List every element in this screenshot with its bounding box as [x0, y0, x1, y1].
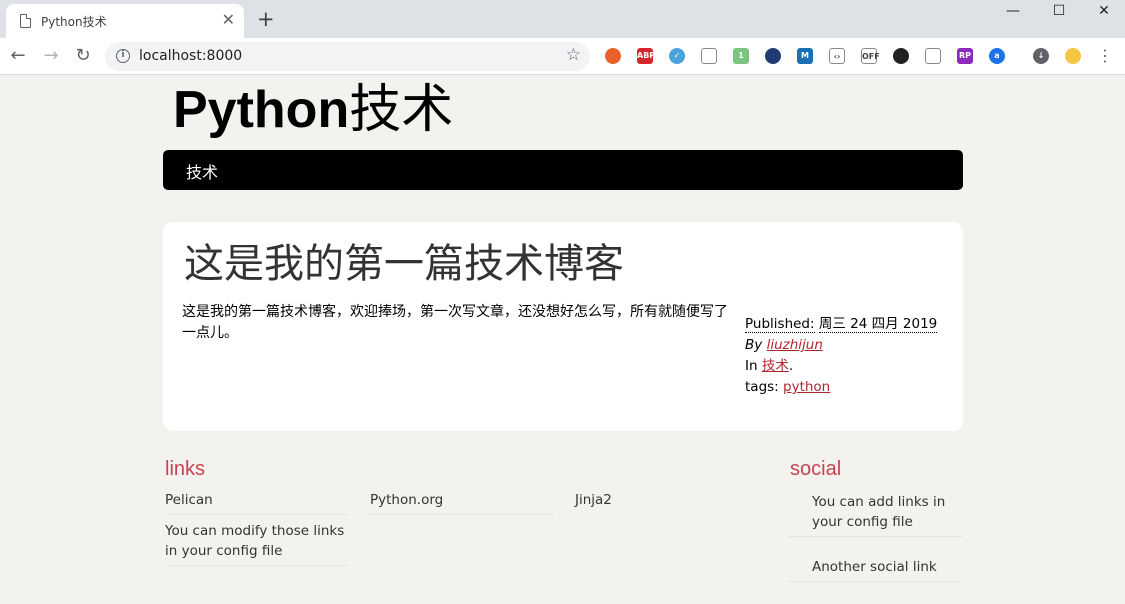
window-close-button[interactable]: ✕	[1081, 0, 1125, 24]
links-heading: links	[165, 458, 206, 480]
author-link[interactable]: liuzhijun	[767, 337, 823, 353]
tab-close-icon[interactable]: ✕	[222, 11, 235, 29]
article-card: 这是我的第一篇技术博客 这是我的第一篇技术博客，欢迎捧场，第一次写文章，还没想好…	[163, 222, 963, 431]
published-label: Published:	[745, 316, 815, 333]
category-suffix: .	[788, 358, 794, 374]
link-pelican[interactable]: Pelican	[165, 490, 348, 515]
link-python-org[interactable]: Python.org	[370, 490, 553, 515]
adblock-plus-icon[interactable]: ABP	[637, 48, 655, 64]
extension-cursor-icon[interactable]	[701, 48, 717, 64]
tag-link-python[interactable]: python	[783, 379, 830, 395]
address-bar[interactable]: i localhost:8000 ☆	[105, 42, 590, 71]
url-text[interactable]: localhost:8000	[139, 48, 242, 64]
tags-label: tags:	[745, 379, 779, 395]
link-jinja2[interactable]: Jinja2	[575, 490, 758, 514]
extension-rp-icon[interactable]: RP	[957, 48, 973, 64]
social-link-another[interactable]: Another social link	[788, 557, 963, 582]
extension-badge-icon[interactable]: 1	[733, 48, 749, 64]
maximize-button[interactable]: ☐	[1036, 0, 1082, 24]
extension-a-icon[interactable]: a	[989, 48, 1005, 64]
download-icon[interactable]: ↓	[1033, 48, 1049, 64]
extension-code-icon[interactable]: ‹›	[829, 48, 845, 64]
tab-strip: Python技术 ✕ + — ☐ ✕	[0, 0, 1125, 38]
extension-orange-icon[interactable]	[605, 48, 621, 64]
site-title-latin: Python	[173, 81, 350, 139]
published-date: 周三 24 四月 2019	[818, 316, 938, 333]
main-nav: 技术	[163, 150, 963, 190]
extension-shield-icon[interactable]	[925, 48, 941, 64]
bookmark-star-icon[interactable]: ☆	[566, 45, 581, 65]
by-label: By	[745, 337, 763, 353]
category-link[interactable]: 技术	[762, 358, 789, 374]
new-tab-button[interactable]: +	[257, 7, 275, 31]
social-link-config[interactable]: You can add links in your config file	[788, 492, 963, 537]
browser-tab[interactable]: Python技术 ✕	[6, 4, 244, 38]
extension-color-wheel-icon[interactable]	[893, 48, 909, 64]
extension-m-icon[interactable]: M	[797, 48, 813, 64]
social-heading: social	[790, 458, 842, 480]
author-line: By liuzhijun	[745, 335, 937, 356]
minimize-button[interactable]: —	[990, 0, 1036, 24]
profile-avatar-icon[interactable]	[1065, 48, 1081, 64]
extension-blue-check-icon[interactable]: ✓	[669, 48, 685, 64]
site-title-cjk: 技术	[349, 80, 454, 140]
extension-circle-icon[interactable]	[765, 48, 781, 64]
extension-off-icon[interactable]: OFF	[861, 48, 880, 64]
article-meta: Published: 周三 24 四月 2019 By liuzhijun In…	[745, 314, 938, 398]
published-line: Published: 周三 24 四月 2019	[745, 314, 938, 335]
article-title[interactable]: 这是我的第一篇技术博客	[184, 240, 624, 288]
site-title[interactable]: Python技术	[173, 80, 453, 140]
article-body: 这是我的第一篇技术博客，欢迎捧场，第一次写文章，还没想好怎么写，所有就随便写了一…	[182, 304, 728, 341]
in-label: In	[745, 358, 758, 374]
tags-line: tags: python	[745, 377, 937, 398]
category-line: In 技术.	[745, 356, 937, 377]
page-icon	[20, 14, 31, 28]
browser-menu-icon[interactable]: ⋮	[1097, 46, 1113, 66]
browser-toolbar: ← → ↻ i localhost:8000 ☆ ABP ✓ 1 M ‹› OFF RP a ↓…	[0, 38, 1125, 75]
reload-icon[interactable]: ↻	[71, 44, 95, 68]
forward-icon[interactable]: →	[39, 44, 63, 68]
site-info-icon[interactable]: i	[116, 49, 130, 63]
back-icon[interactable]: ←	[6, 44, 30, 68]
nav-item-tech[interactable]: 技术	[186, 159, 218, 183]
tab-title: Python技术	[41, 15, 107, 29]
link-config-note[interactable]: You can modify those links in your confi…	[165, 521, 348, 566]
